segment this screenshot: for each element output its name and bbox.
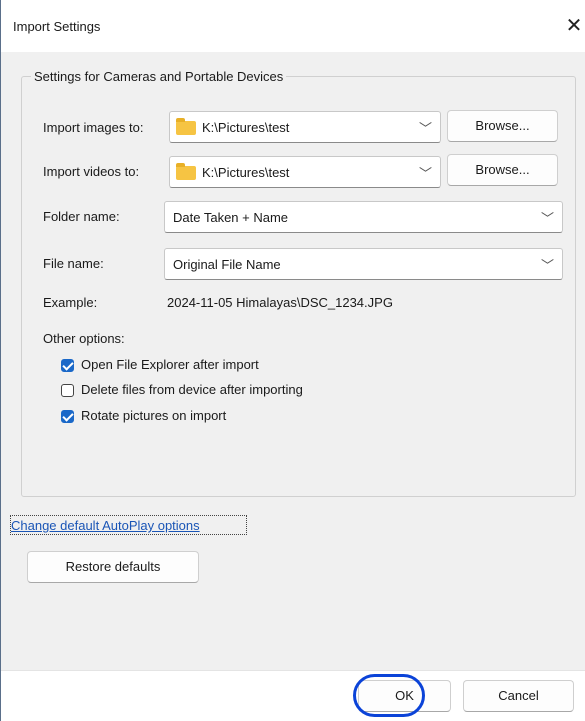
import-images-combo[interactable]: K:\Pictures\test ﹀ [169, 111, 441, 143]
chevron-down-icon: ﹀ [540, 211, 554, 226]
import-settings-dialog: Import Settings ✕ Settings for Cameras a… [0, 0, 585, 721]
checkbox-rotate-pictures[interactable] [61, 410, 74, 423]
restore-defaults-button[interactable]: Restore defaults [27, 551, 199, 583]
ok-highlight-circle [353, 674, 425, 717]
folder-icon [176, 163, 196, 180]
chevron-down-icon: ﹀ [418, 121, 432, 136]
option-open-explorer-label: Open File Explorer after import [81, 357, 259, 372]
example-label: Example: [43, 295, 98, 310]
dialog-title: Import Settings [13, 19, 101, 34]
example-value: 2024-11-05 Himalayas\DSC_1234.JPG [167, 295, 393, 310]
folder-name-combo[interactable]: Date Taken + Name ﹀ [164, 201, 563, 233]
checkbox-open-explorer[interactable] [61, 359, 74, 372]
option-delete-files-label: Delete files from device after importing [81, 382, 303, 397]
folder-name-value: Date Taken + Name [173, 210, 289, 225]
other-options-label: Other options: [43, 331, 125, 346]
file-name-label: File name: [43, 256, 104, 271]
checkbox-delete-files[interactable] [61, 384, 74, 397]
import-videos-combo[interactable]: K:\Pictures\test ﹀ [169, 156, 441, 188]
cancel-button[interactable]: Cancel [463, 680, 574, 712]
close-icon[interactable]: ✕ [564, 14, 584, 38]
chevron-down-icon: ﹀ [418, 166, 432, 181]
import-videos-value: K:\Pictures\test [202, 165, 290, 180]
file-name-combo[interactable]: Original File Name ﹀ [164, 248, 563, 280]
change-autoplay-link[interactable]: Change default AutoPlay options [11, 518, 200, 533]
chevron-down-icon: ﹀ [540, 258, 554, 273]
group-legend: Settings for Cameras and Portable Device… [31, 69, 287, 84]
browse-videos-button[interactable]: Browse... [447, 154, 558, 186]
option-rotate-pictures-label: Rotate pictures on import [81, 408, 227, 423]
import-images-label: Import images to: [43, 120, 144, 135]
browse-images-button[interactable]: Browse... [447, 110, 558, 142]
folder-name-label: Folder name: [43, 209, 120, 224]
import-images-value: K:\Pictures\test [202, 120, 290, 135]
dialog-footer: OK Cancel [1, 670, 585, 721]
import-videos-label: Import videos to: [43, 164, 140, 179]
folder-icon [176, 118, 196, 135]
title-bar: Import Settings ✕ [1, 0, 585, 52]
file-name-value: Original File Name [173, 257, 281, 272]
dialog-body: Settings for Cameras and Portable Device… [1, 52, 585, 670]
